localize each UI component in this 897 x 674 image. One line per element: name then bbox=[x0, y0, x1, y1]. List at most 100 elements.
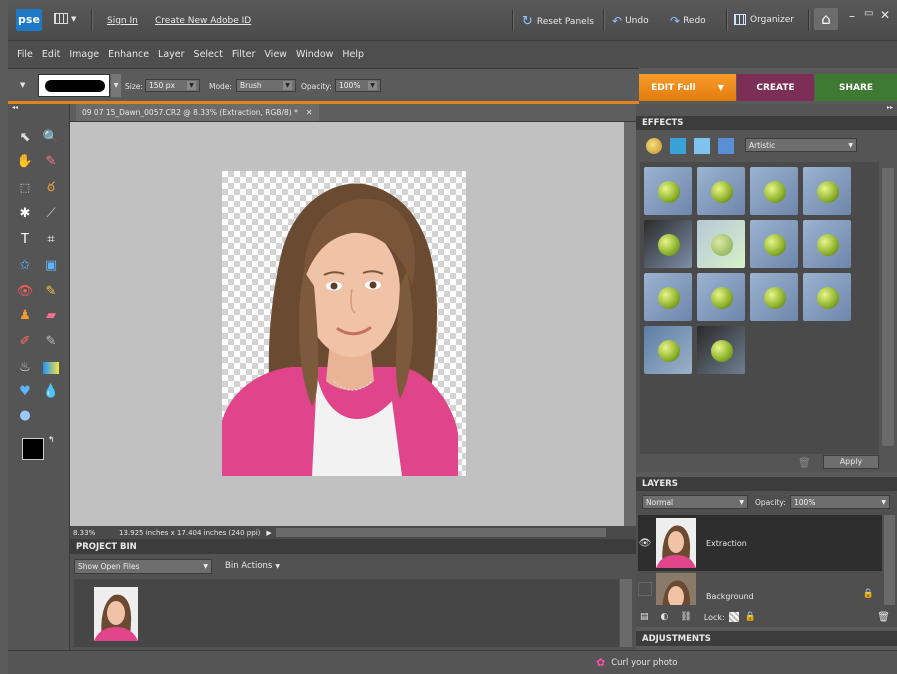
close-icon[interactable]: ✕ bbox=[306, 108, 313, 117]
collapse-toolbox-icon[interactable]: ◂◂ bbox=[12, 104, 18, 111]
effects-category-select[interactable]: Artistic ▼ bbox=[745, 138, 857, 152]
effects-panel-header[interactable]: EFFECTS bbox=[636, 116, 897, 130]
effect-thumbnail[interactable] bbox=[697, 326, 745, 374]
eye-icon[interactable]: 👁 bbox=[638, 538, 652, 549]
effect-thumbnail[interactable] bbox=[750, 167, 798, 215]
red-eye-tool-icon[interactable]: 👁 bbox=[14, 282, 36, 302]
menu-view[interactable]: View bbox=[264, 49, 287, 60]
apply-effect-button[interactable]: Apply bbox=[823, 455, 879, 469]
brush-picker-dropdown[interactable]: ▼ bbox=[111, 74, 121, 97]
sign-in-link[interactable]: Sign In bbox=[107, 16, 138, 26]
layer-opacity-field[interactable]: 100% ▼ bbox=[790, 495, 890, 509]
trash-icon[interactable]: 🗑 bbox=[798, 458, 811, 469]
undo-button[interactable]: ↶ Undo bbox=[612, 14, 649, 28]
effect-thumbnail[interactable] bbox=[697, 273, 745, 321]
project-bin-scrollbar[interactable] bbox=[620, 579, 632, 647]
minimize-icon[interactable]: – bbox=[849, 9, 855, 23]
reset-panels-button[interactable]: ↻ Reset Panels bbox=[522, 14, 594, 29]
brush-preview[interactable] bbox=[38, 74, 110, 97]
collapse-panels-icon[interactable]: ▸▸ bbox=[887, 104, 893, 111]
adjustment-layer-icon[interactable]: ◐ bbox=[661, 612, 669, 622]
blend-mode-select[interactable]: Normal ▼ bbox=[642, 495, 748, 509]
tab-create[interactable]: CREATE bbox=[737, 74, 814, 101]
eraser-tool-icon[interactable]: ▰ bbox=[40, 306, 62, 326]
crop-tool-icon[interactable]: ⌗ bbox=[40, 230, 62, 250]
trash-icon[interactable]: 🗑 bbox=[877, 612, 890, 623]
move-tool-icon[interactable]: ⬉ bbox=[14, 128, 36, 148]
cookie-cutter-tool-icon[interactable]: ✩ bbox=[14, 256, 36, 276]
menu-filter[interactable]: Filter bbox=[232, 49, 256, 60]
tab-share[interactable]: SHARE bbox=[815, 74, 897, 101]
status-menu-arrow-icon[interactable]: ▶ bbox=[266, 529, 271, 537]
eyedropper-tool-icon[interactable]: ✎ bbox=[40, 152, 62, 172]
size-field[interactable]: 150 px ▼ bbox=[145, 79, 200, 92]
layers-scrollbar[interactable] bbox=[884, 515, 895, 605]
menu-window[interactable]: Window bbox=[296, 49, 333, 60]
zoom-level[interactable]: 8.33% bbox=[73, 529, 113, 537]
new-layer-icon[interactable]: ▤ bbox=[640, 612, 649, 622]
tool-preset-arrow-icon[interactable]: ▼ bbox=[20, 81, 25, 89]
effect-thumbnail[interactable] bbox=[803, 167, 851, 215]
swap-colors-icon[interactable]: ↰ bbox=[48, 435, 55, 444]
menu-help[interactable]: Help bbox=[342, 49, 364, 60]
maximize-icon[interactable]: ▭ bbox=[864, 8, 873, 19]
canvas-area[interactable] bbox=[70, 122, 624, 526]
menu-enhance[interactable]: Enhance bbox=[108, 49, 149, 60]
smart-brush-tool-icon[interactable]: ✎ bbox=[40, 332, 62, 352]
zoom-tool-icon[interactable]: 🔍 bbox=[40, 128, 62, 148]
menu-file[interactable]: File bbox=[17, 49, 33, 60]
effect-thumbnail[interactable] bbox=[750, 273, 798, 321]
bin-actions-menu[interactable]: Bin Actions ▼ bbox=[225, 561, 280, 571]
opacity-field[interactable]: 100% ▼ bbox=[335, 79, 381, 92]
custom-shape-tool-icon[interactable]: ♥ bbox=[14, 382, 36, 402]
redo-button[interactable]: ↷ Redo bbox=[670, 14, 706, 28]
effect-thumbnail[interactable] bbox=[644, 273, 692, 321]
adjustments-panel-header[interactable]: ADJUSTMENTS bbox=[636, 631, 897, 646]
home-button[interactable]: ⌂ bbox=[814, 8, 838, 30]
marquee-tool-icon[interactable]: ⬚ bbox=[14, 178, 36, 198]
close-icon[interactable]: ✕ bbox=[880, 8, 890, 22]
lock-icon[interactable]: 🔒 bbox=[745, 612, 756, 622]
brush-tool-icon[interactable]: ✐ bbox=[14, 332, 36, 352]
effects-scrollbar[interactable] bbox=[882, 168, 894, 446]
document-tab[interactable]: 09 07 15_Dawn_0057.CR2 @ 8.33% (Extracti… bbox=[76, 104, 319, 121]
photo-effects-icon[interactable] bbox=[694, 138, 710, 154]
effect-thumbnail[interactable] bbox=[750, 220, 798, 268]
menu-edit[interactable]: Edit bbox=[42, 49, 60, 60]
sponge-tool-icon[interactable]: ● bbox=[14, 406, 36, 426]
create-adobe-id-link[interactable]: Create New Adobe ID bbox=[155, 16, 251, 26]
effect-thumbnail[interactable] bbox=[803, 273, 851, 321]
organizer-button[interactable]: Organizer bbox=[734, 14, 794, 25]
visibility-toggle[interactable] bbox=[638, 582, 652, 596]
show-all-icon[interactable] bbox=[718, 138, 734, 154]
magic-wand-tool-icon[interactable]: ✱ bbox=[14, 204, 36, 224]
mode-select[interactable]: Brush ▼ bbox=[236, 79, 296, 92]
project-bin-thumbnail[interactable] bbox=[94, 587, 138, 641]
photo-canvas[interactable] bbox=[222, 171, 466, 476]
canvas-vertical-scrollbar[interactable] bbox=[624, 122, 636, 526]
menu-layer[interactable]: Layer bbox=[158, 49, 185, 60]
quick-selection-tool-icon[interactable]: ⟋ bbox=[40, 204, 62, 224]
layer-row-extraction[interactable]: 👁 Extraction bbox=[638, 515, 882, 571]
tab-edit-full[interactable]: EDIT Full ▼ bbox=[639, 74, 736, 101]
spot-healing-tool-icon[interactable]: ✎ bbox=[40, 282, 62, 302]
tip-of-the-day[interactable]: ✿ Curl your photo bbox=[596, 656, 677, 669]
show-files-select[interactable]: Show Open Files ▼ bbox=[74, 559, 212, 574]
paint-bucket-tool-icon[interactable]: ♨ bbox=[14, 358, 36, 378]
effect-thumbnail[interactable] bbox=[697, 220, 745, 268]
menu-image[interactable]: Image bbox=[69, 49, 99, 60]
lasso-tool-icon[interactable]: ఠ bbox=[40, 178, 62, 198]
canvas-horizontal-scrollbar[interactable] bbox=[275, 528, 606, 537]
layer-row-background[interactable]: Background 🔒 bbox=[638, 573, 882, 605]
menu-select[interactable]: Select bbox=[194, 49, 223, 60]
hand-tool-icon[interactable]: ✋ bbox=[14, 152, 36, 172]
filters-icon[interactable] bbox=[646, 138, 662, 154]
layers-panel-header[interactable]: LAYERS bbox=[636, 477, 897, 491]
straighten-tool-icon[interactable]: ▣ bbox=[40, 256, 62, 276]
effect-thumbnail[interactable] bbox=[697, 167, 745, 215]
type-tool-icon[interactable]: T bbox=[14, 230, 36, 250]
layer-styles-icon[interactable] bbox=[670, 138, 686, 154]
foreground-color-swatch[interactable] bbox=[22, 438, 44, 460]
grid-view-button[interactable]: ▼ bbox=[54, 13, 76, 24]
effect-thumbnail[interactable] bbox=[644, 220, 692, 268]
